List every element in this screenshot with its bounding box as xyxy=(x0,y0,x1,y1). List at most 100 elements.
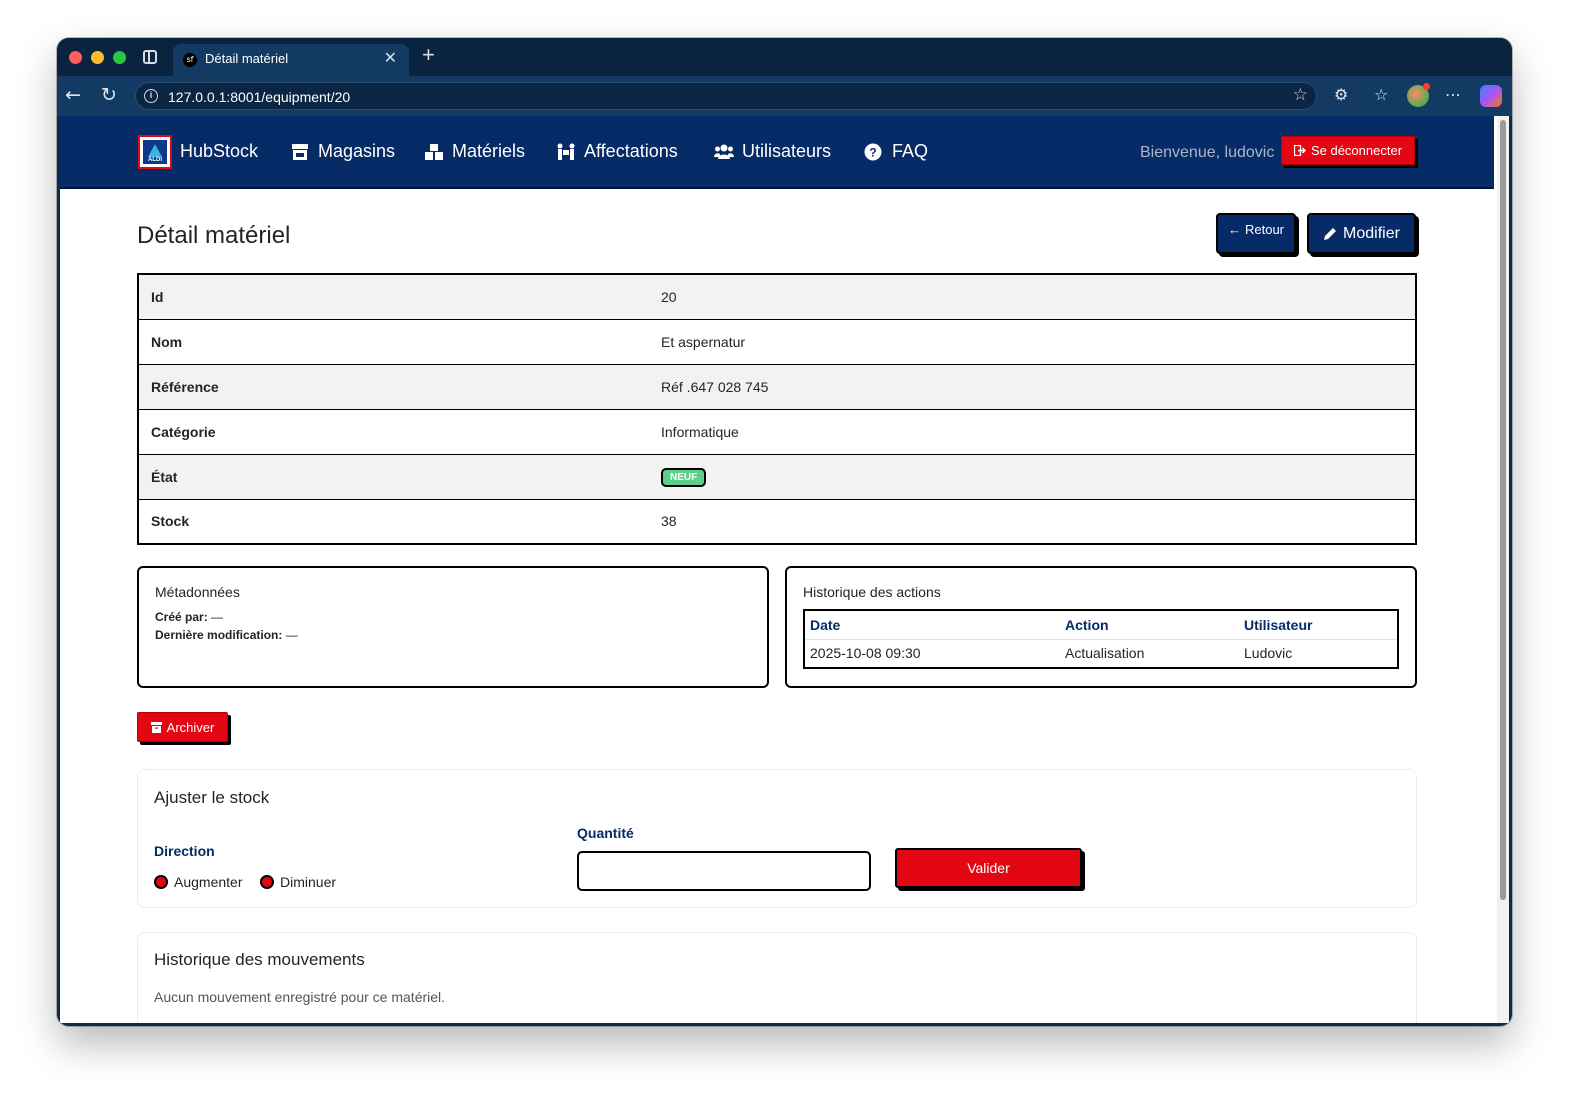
detail-value: 38 xyxy=(661,498,1416,544)
movements-title: Historique des mouvements xyxy=(154,950,365,969)
validate-button[interactable]: Valider xyxy=(895,848,1082,888)
stock-adjust-title: Ajuster le stock xyxy=(154,788,270,807)
aldi-logo[interactable]: ALDI xyxy=(138,135,172,169)
browser-tab[interactable]: sf Détail matériel ✕ xyxy=(173,44,409,76)
detail-value: Et aspernatur xyxy=(661,318,1416,364)
tab-close-icon[interactable]: ✕ xyxy=(384,48,397,68)
detail-key: Stock xyxy=(138,498,661,544)
archive-label: Archiver xyxy=(166,719,215,735)
detail-value: Réf .647 028 745 xyxy=(661,363,1416,409)
nav-link-materiels[interactable]: Matériels xyxy=(424,141,525,162)
detail-key: Nom xyxy=(138,318,661,364)
detail-value: Informatique xyxy=(661,408,1416,454)
welcome-text: Bienvenue, ludovic xyxy=(1140,144,1275,161)
created-by: Créé par: — xyxy=(155,610,223,624)
site-info-icon[interactable]: i xyxy=(144,89,158,103)
table-header-row: Date Action Utilisateur xyxy=(804,610,1398,640)
browser-window: sf Détail matériel ✕ + ← ↻ i 127.0.0.1:8… xyxy=(57,38,1512,1026)
edit-label: Modifier xyxy=(1343,224,1400,242)
nav-link-magasins[interactable]: Magasins xyxy=(290,141,395,162)
table-cell: Actualisation xyxy=(1065,645,1145,662)
url-field[interactable]: i 127.0.0.1:8001/equipment/20 ☆ xyxy=(135,82,1317,110)
edit-button[interactable]: Modifier xyxy=(1307,213,1416,254)
metadata-title: Métadonnées xyxy=(155,584,240,600)
archive-button[interactable]: Archiver xyxy=(137,712,228,742)
detail-key: Id xyxy=(138,274,661,319)
table-cell: Ludovic xyxy=(1244,645,1293,662)
history-table: Date Action Utilisateur 2025-10-08 09:30… xyxy=(803,609,1399,669)
minimize-window-button[interactable] xyxy=(91,51,104,64)
detail-value: NEUF xyxy=(661,453,1416,499)
copilot-icon[interactable] xyxy=(1480,85,1502,107)
page-title: Détail matériel xyxy=(137,222,291,249)
brand-name[interactable]: HubStock xyxy=(180,141,258,162)
users-icon xyxy=(714,143,734,161)
last-modified-label: Dernière modification: xyxy=(155,628,283,642)
logout-label: Se déconnecter xyxy=(1310,143,1403,158)
archive-icon xyxy=(150,721,162,733)
table-row: Catégorie Informatique xyxy=(138,408,1416,454)
radio-button[interactable] xyxy=(260,875,274,889)
last-modified-value: — xyxy=(285,628,298,642)
detail-value: 20 xyxy=(661,274,1416,319)
sign-out-icon xyxy=(1293,145,1306,156)
favorites-icon[interactable]: ☆ xyxy=(1374,85,1388,104)
page-scrollbar[interactable] xyxy=(1497,116,1509,1023)
movements-card: Historique des mouvements Aucun mouvemen… xyxy=(137,932,1417,1023)
url-text: 127.0.0.1:8001/equipment/20 xyxy=(168,89,351,105)
detail-key: Référence xyxy=(138,363,661,409)
radio-increase[interactable]: Augmenter xyxy=(154,874,242,890)
back-label: Retour xyxy=(1244,222,1285,237)
detail-table: Id 20 Nom Et aspernatur Référence Réf .6… xyxy=(137,273,1417,545)
nav-link-label: FAQ xyxy=(892,141,929,161)
logo-text: ALDI xyxy=(148,157,162,163)
table-row: Stock 38 xyxy=(138,498,1416,544)
nav-link-label: Utilisateurs xyxy=(742,141,832,161)
nav-link-faq[interactable]: ? FAQ xyxy=(864,141,928,162)
table-cell: 2025-10-08 09:30 xyxy=(810,645,921,662)
tab-strip: sf Détail matériel ✕ + xyxy=(57,38,1512,76)
extensions-icon[interactable]: ⚙ xyxy=(1334,85,1348,104)
notification-dot xyxy=(1423,83,1430,90)
history-title: Historique des actions xyxy=(803,584,941,600)
maximize-window-button[interactable] xyxy=(113,51,126,64)
logout-button[interactable]: Se déconnecter xyxy=(1281,136,1415,165)
back-button[interactable]: ← Retour xyxy=(1216,213,1296,254)
table-row: Id 20 xyxy=(138,274,1416,319)
quantity-field[interactable] xyxy=(577,851,871,891)
quantity-label: Quantité xyxy=(577,825,634,841)
people-carry-icon xyxy=(556,143,576,161)
stock-adjust-card: Ajuster le stock Direction Augmenter Dim… xyxy=(137,769,1417,908)
nav-link-label: Matériels xyxy=(452,141,526,161)
reload-icon[interactable]: ↻ xyxy=(101,84,117,106)
back-arrow-icon[interactable]: ← xyxy=(65,84,81,106)
svg-text:?: ? xyxy=(869,145,876,159)
arrow-left-icon: ← xyxy=(1227,222,1241,237)
column-header: Date xyxy=(804,610,1060,640)
table-row: Nom Et aspernatur xyxy=(138,318,1416,364)
nav-link-affectations[interactable]: Affectations xyxy=(556,141,678,162)
bookmark-star-icon[interactable]: ☆ xyxy=(1293,85,1308,105)
close-window-button[interactable] xyxy=(69,51,82,64)
direction-label: Direction xyxy=(154,843,215,859)
created-by-value: — xyxy=(211,610,224,624)
radio-label: Augmenter xyxy=(174,874,243,890)
boxes-icon xyxy=(424,143,444,161)
table-row: Référence Réf .647 028 745 xyxy=(138,363,1416,409)
pencil-icon xyxy=(1324,227,1337,240)
nav-link-label: Affectations xyxy=(584,141,678,161)
detail-key: Catégorie xyxy=(138,408,661,454)
status-badge: NEUF xyxy=(661,467,707,487)
radio-decrease[interactable]: Diminuer xyxy=(260,874,336,890)
more-menu-icon[interactable]: ⋯ xyxy=(1445,85,1461,104)
nav-link-utilisateurs[interactable]: Utilisateurs xyxy=(714,141,831,162)
radio-button[interactable] xyxy=(154,875,168,889)
new-tab-icon[interactable]: + xyxy=(422,43,435,67)
history-card: Historique des actions Date Action Utili… xyxy=(785,566,1417,688)
scrollbar-thumb[interactable] xyxy=(1500,120,1506,900)
sidebar-toggle-icon[interactable] xyxy=(143,50,157,64)
nav-link-label: Magasins xyxy=(318,141,396,161)
table-row: 2025-10-08 09:30 Actualisation Ludovic xyxy=(804,639,1398,668)
detail-key: État xyxy=(138,453,661,499)
created-by-label: Créé par: xyxy=(155,610,208,624)
